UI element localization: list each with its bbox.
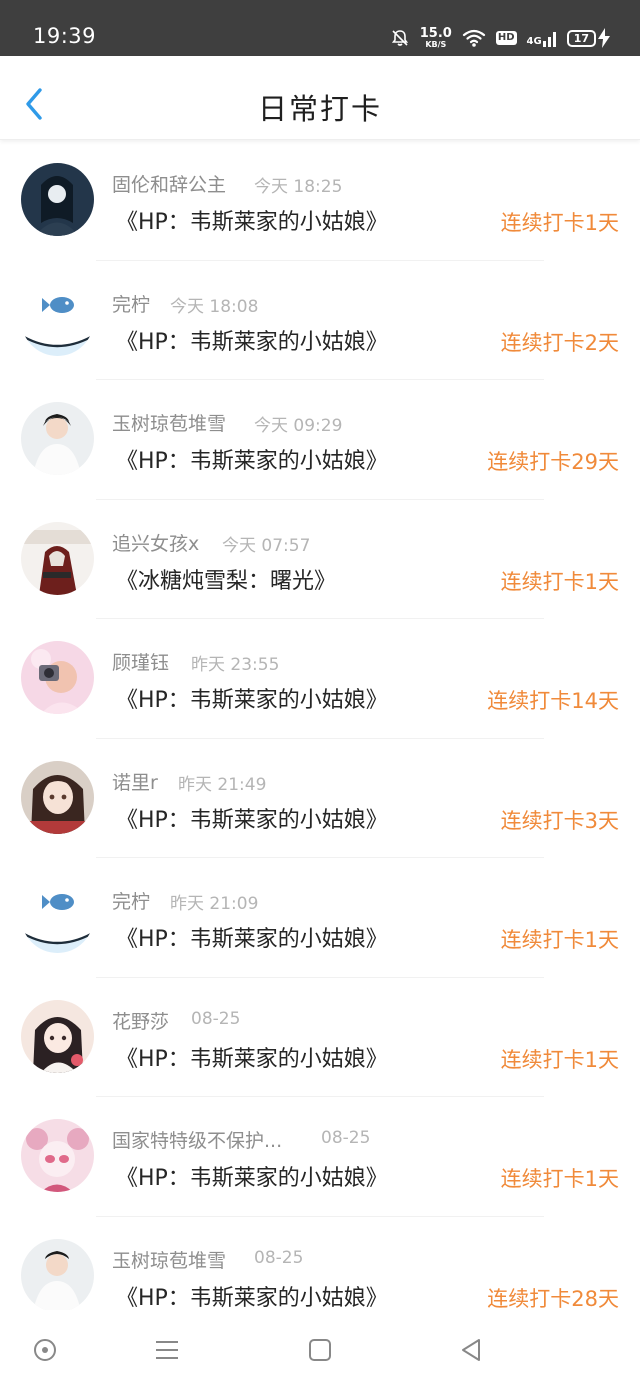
page-title: 日常打卡 (257, 92, 382, 126)
user-name[interactable]: 诺里r (112, 768, 158, 795)
book-title[interactable]: 《HP：韦斯莱家的小姑娘》 (116, 802, 388, 834)
book-title[interactable]: 《HP：韦斯莱家的小姑娘》 (116, 204, 388, 236)
streak-label: 连续打卡29天 (487, 450, 619, 474)
user-name[interactable]: 花野莎 (112, 1007, 169, 1034)
recents-square-icon[interactable] (302, 1332, 338, 1368)
book-title[interactable]: 《HP：韦斯莱家的小姑娘》 (116, 682, 388, 714)
list-item[interactable]: 完柠 昨天 21:09 《HP：韦斯莱家的小姑娘》 连续打卡1天 (0, 858, 640, 978)
checkin-time: 今天 07:57 (222, 535, 311, 556)
avatar[interactable] (21, 999, 94, 1073)
book-title[interactable]: 《HP：韦斯莱家的小姑娘》 (116, 1280, 388, 1312)
checkin-time: 今天 09:29 (254, 416, 343, 436)
streak-label: 连续打卡28天 (487, 1286, 619, 1311)
battery-icon: 17 (566, 28, 610, 48)
checkin-time: 昨天 23:55 (191, 655, 280, 675)
user-name[interactable]: 完柠 (112, 290, 150, 317)
user-name[interactable]: 国家特特级不保护... (112, 1126, 282, 1153)
mute-bell-icon (390, 28, 410, 48)
checkin-list: 固伦和辞公主 今天 18:25 《HP：韦斯莱家的小姑娘》 连续打卡1天 完柠 … (0, 141, 640, 1336)
checkin-time: 昨天 21:49 (178, 774, 267, 795)
list-item[interactable]: 国家特特级不保护... 08-25 《HP：韦斯莱家的小姑娘》 连续打卡1天 (0, 1097, 640, 1217)
book-title[interactable]: 《HP：韦斯莱家的小姑娘》 (116, 443, 388, 475)
checkin-time: 昨天 21:09 (170, 894, 259, 914)
status-bar: 19:39 15.0 KB/S HD 4G 17 (0, 0, 640, 56)
back-triangle-icon[interactable] (453, 1332, 489, 1368)
list-item[interactable]: 固伦和辞公主 今天 18:25 《HP：韦斯莱家的小姑娘》 连续打卡1天 (0, 141, 640, 261)
hd-badge: HD (495, 31, 517, 45)
book-title[interactable]: 《冰糖炖雪梨：曙光》 (116, 563, 336, 595)
book-title[interactable]: 《HP：韦斯莱家的小姑娘》 (116, 1041, 388, 1073)
checkin-time: 今天 18:25 (254, 177, 343, 197)
checkin-time: 08-25 (321, 1128, 371, 1148)
user-name[interactable]: 顾瑾钰 (112, 648, 169, 675)
checkin-time: 08-25 (191, 1008, 241, 1029)
home-circle-icon[interactable] (27, 1332, 63, 1368)
signal-icon: 4G (527, 29, 557, 47)
streak-label: 连续打卡1天 (500, 1047, 619, 1072)
status-time: 19:39 (33, 24, 97, 48)
book-title[interactable]: 《HP：韦斯莱家的小姑娘》 (116, 324, 388, 356)
checkin-time: 今天 18:08 (170, 296, 259, 317)
avatar[interactable] (21, 402, 94, 475)
book-title[interactable]: 《HP：韦斯莱家的小姑娘》 (116, 1160, 388, 1192)
list-item[interactable]: 花野莎 08-25 《HP：韦斯莱家的小姑娘》 连续打卡1天 (0, 978, 640, 1098)
streak-label: 连续打卡2天 (500, 330, 619, 355)
streak-label: 连续打卡1天 (500, 928, 619, 952)
menu-icon[interactable] (149, 1332, 185, 1368)
avatar[interactable] (21, 1119, 94, 1192)
list-item[interactable]: 完柠 今天 18:08 《HP：韦斯莱家的小姑娘》 连续打卡2天 (0, 261, 640, 381)
avatar[interactable] (21, 1238, 94, 1312)
streak-label: 连续打卡1天 (500, 211, 619, 235)
system-nav-bar (0, 1310, 640, 1387)
net-speed: 15.0 KB/S (419, 26, 452, 49)
avatar[interactable] (21, 282, 94, 356)
streak-label: 连续打卡1天 (500, 1167, 619, 1191)
list-item[interactable]: 追兴女孩x 今天 07:57 《冰糖炖雪梨：曙光》 连续打卡1天 (0, 500, 640, 620)
checkin-time: 08-25 (254, 1247, 304, 1268)
avatar[interactable] (21, 521, 94, 595)
list-item[interactable]: 玉树琼苞堆雪 今天 09:29 《HP：韦斯莱家的小姑娘》 连续打卡29天 (0, 380, 640, 500)
avatar[interactable] (21, 641, 94, 714)
user-name[interactable]: 固伦和辞公主 (112, 170, 226, 197)
avatar[interactable] (21, 163, 94, 236)
list-item[interactable]: 诺里r 昨天 21:49 《HP：韦斯莱家的小姑娘》 连续打卡3天 (0, 739, 640, 859)
user-name[interactable]: 完柠 (112, 887, 150, 914)
header: 日常打卡 (0, 56, 640, 140)
streak-label: 连续打卡14天 (487, 689, 619, 713)
list-item[interactable]: 顾瑾钰 昨天 23:55 《HP：韦斯莱家的小姑娘》 连续打卡14天 (0, 619, 640, 739)
book-title[interactable]: 《HP：韦斯莱家的小姑娘》 (116, 921, 388, 953)
avatar[interactable] (21, 880, 94, 953)
user-name[interactable]: 玉树琼苞堆雪 (112, 409, 226, 436)
streak-label: 连续打卡1天 (500, 569, 619, 594)
wifi-icon (462, 28, 486, 48)
status-icons: 15.0 KB/S HD 4G 17 (390, 24, 610, 52)
avatar[interactable] (21, 760, 94, 834)
user-name[interactable]: 玉树琼苞堆雪 (112, 1246, 226, 1273)
user-name[interactable]: 追兴女孩x (112, 529, 199, 556)
charging-icon (598, 28, 610, 48)
streak-label: 连续打卡3天 (500, 808, 619, 833)
